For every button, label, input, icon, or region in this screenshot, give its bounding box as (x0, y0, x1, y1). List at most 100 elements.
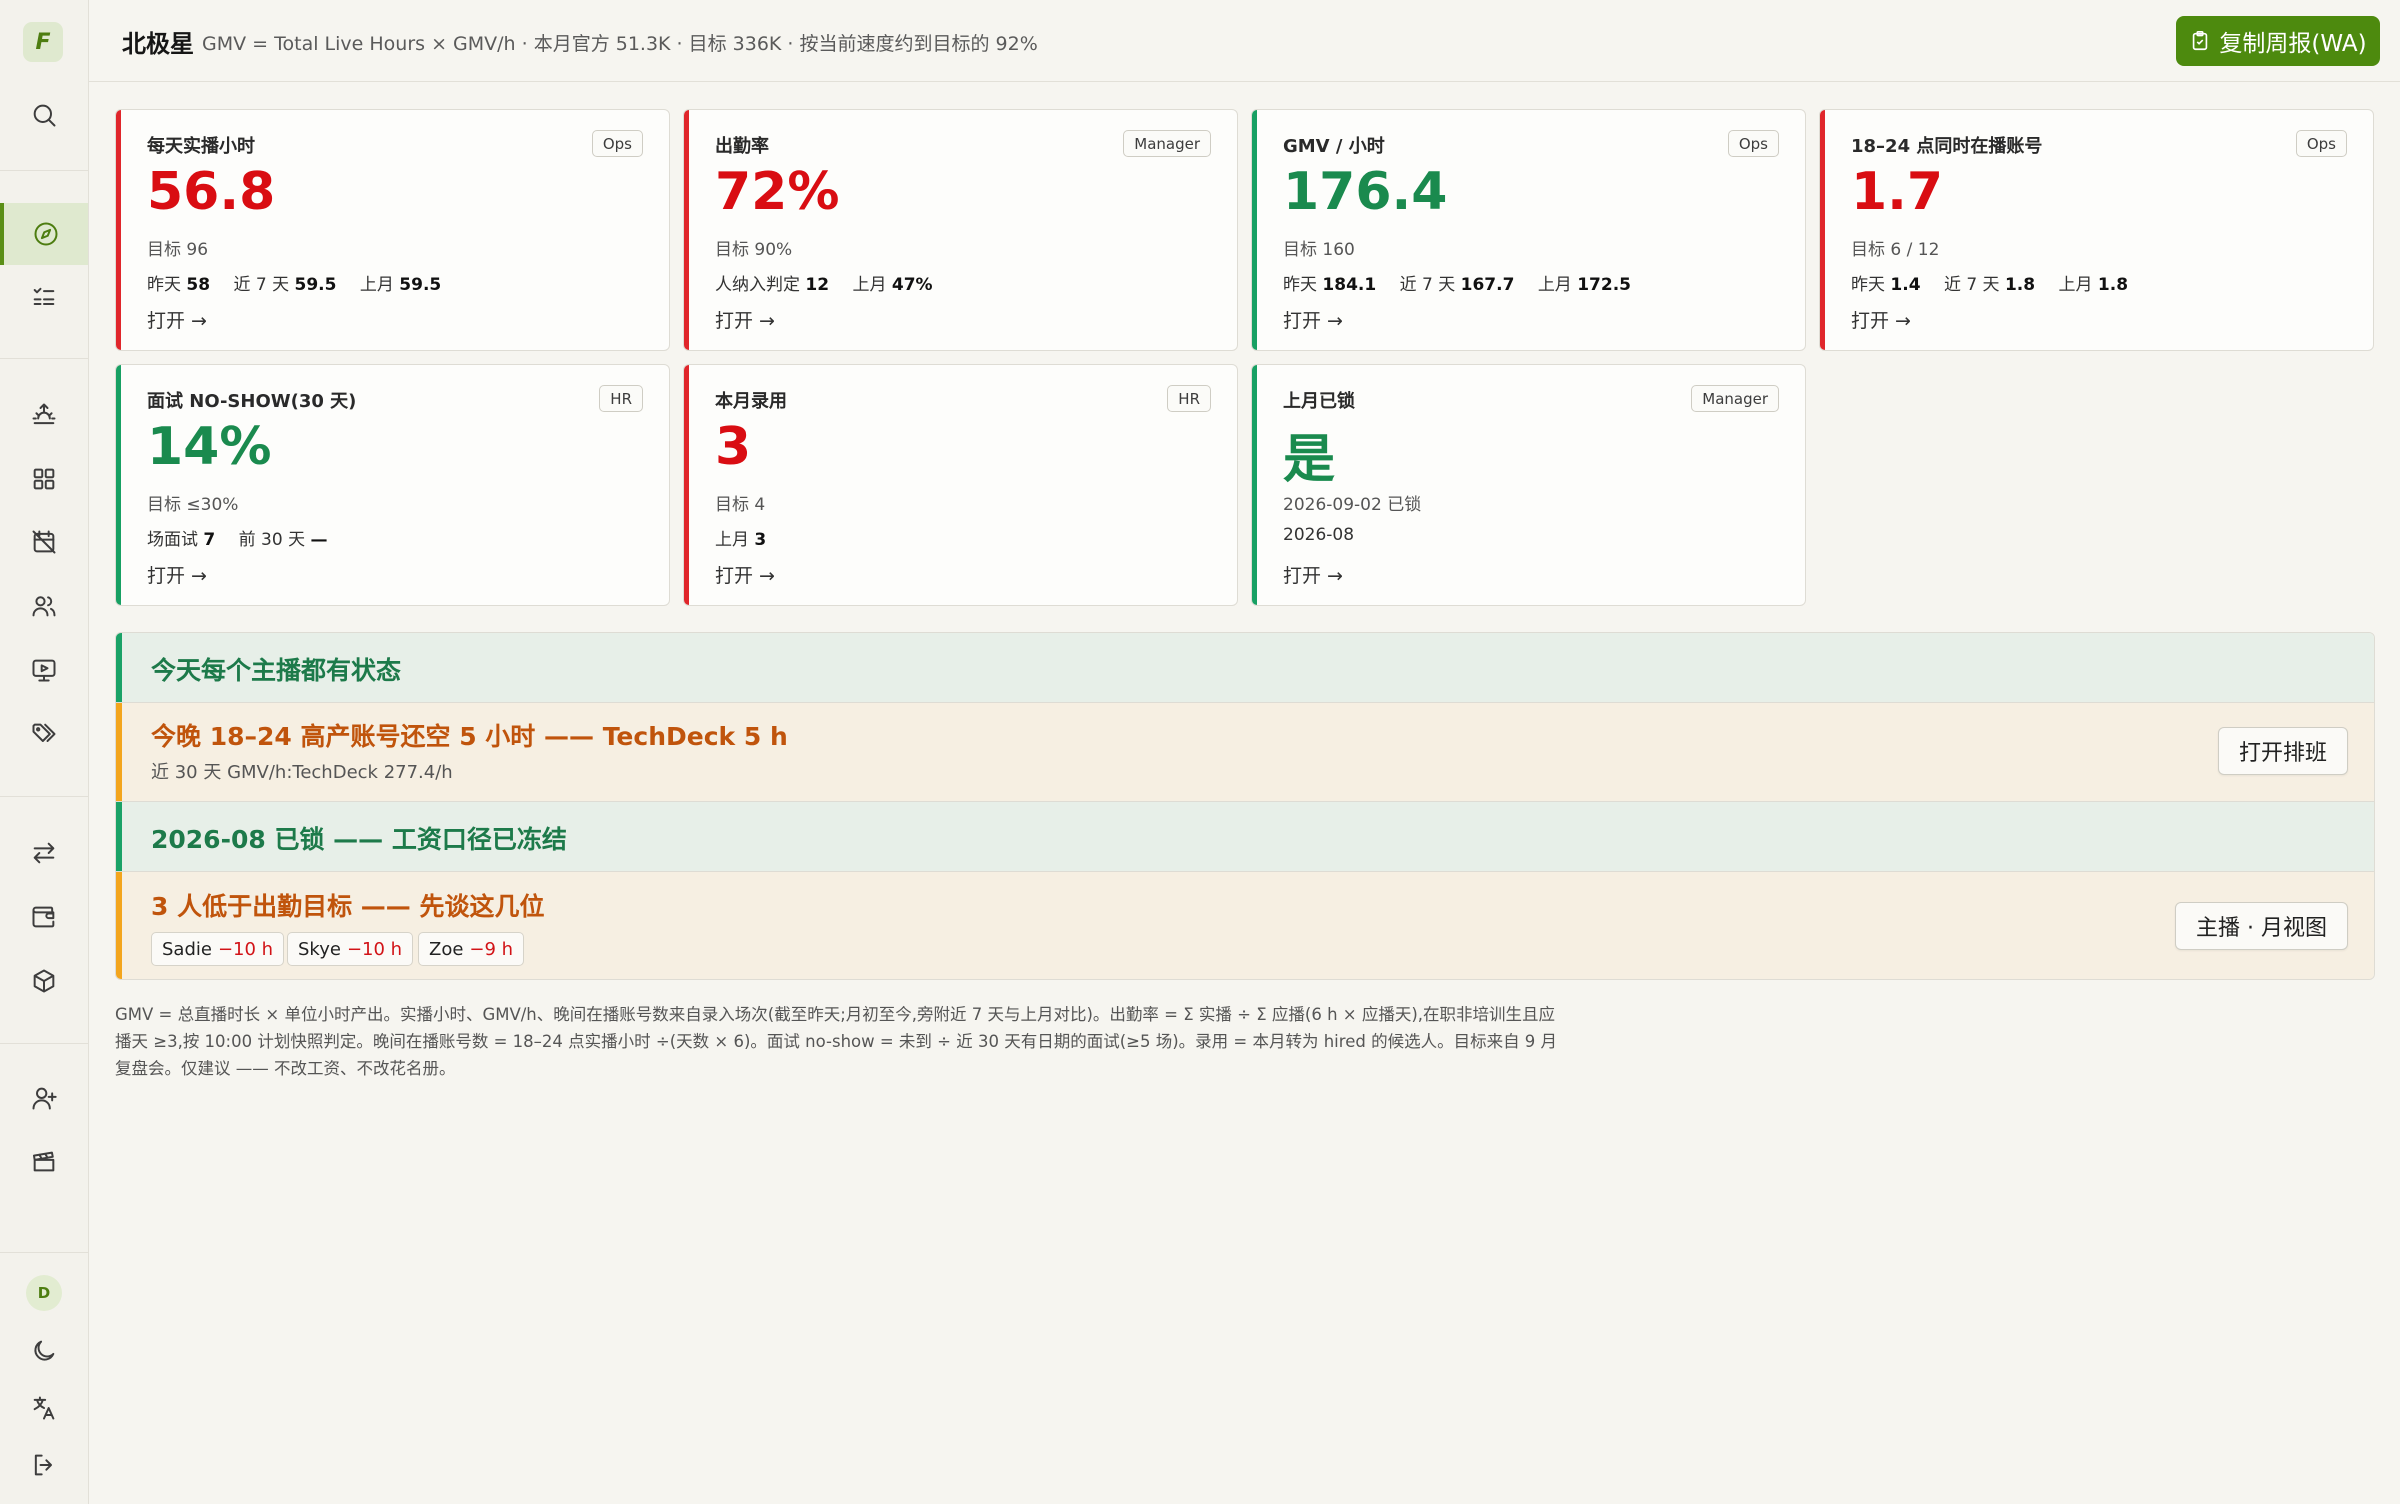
kpi-label: 上月已锁 (1283, 391, 1355, 412)
open-link[interactable]: 打开 → (147, 561, 207, 588)
kpi-stats: 昨天 1.4 近 7 天 1.8 上月 1.8 (1851, 270, 2146, 295)
stat-key: 上月 (2058, 275, 2093, 295)
host-deficit: −10 h (217, 938, 274, 960)
kpi-target: 目标 6 / 12 (1851, 240, 1940, 260)
role-tag: HR (599, 385, 643, 412)
open-link[interactable]: 打开 → (715, 561, 775, 588)
kpi-value: 1.7 (1851, 162, 1944, 222)
open-link[interactable]: 打开 → (1283, 306, 1343, 333)
compass-icon (34, 222, 58, 246)
copy-weekly-report-button[interactable]: 复制周报(WA) (2176, 16, 2380, 66)
stat-value: 59.5 (399, 275, 442, 295)
kpi-card-last-month-locked[interactable]: 上月已锁 Manager 是 2026-09-02 已锁 2026-08 打开 … (1251, 364, 1806, 606)
kpi-card-attendance-rate[interactable]: 出勤率 Manager 72% 目标 90% 人纳入判定 12 上月 47% 打… (683, 109, 1238, 351)
stat-value: 12 (805, 275, 830, 295)
sidebar-item-tags[interactable] (0, 703, 88, 765)
kpi-value: 是 (1283, 430, 1336, 490)
kpi-label: 出勤率 (715, 136, 769, 157)
kpi-card-monthly-hires[interactable]: 本月录用 HR 3 目标 4 上月 3 打开 → (683, 364, 1238, 606)
status-list: 今天每个主播都有状态 今晚 18–24 高产账号还空 5 小时 —— TechD… (115, 632, 2375, 980)
open-link[interactable]: 打开 → (715, 306, 775, 333)
open-link[interactable]: 打开 → (1283, 561, 1343, 588)
stat-key: 上月 (852, 275, 887, 295)
copy-weekly-report-label: 复制周报(WA) (2219, 31, 2367, 57)
stat-key: 2026-08 (1283, 525, 1355, 545)
theme-toggle[interactable] (0, 1320, 88, 1382)
open-link[interactable]: 打开 → (1851, 306, 1911, 333)
stat-value: 1.4 (1890, 275, 1921, 295)
role-tag: Manager (1691, 385, 1779, 412)
status-title: 2026-08 已锁 —— 工资口径已冻结 (151, 825, 567, 854)
sidebar-item-north-star[interactable] (0, 203, 88, 265)
host-deficit: −9 h (469, 938, 514, 960)
kpi-label: 本月录用 (715, 391, 787, 412)
sidebar-item-dashboard[interactable] (0, 448, 88, 510)
user-avatar-button[interactable]: D (0, 1262, 88, 1324)
wallet-icon (32, 906, 55, 928)
sidebar-item-inventory[interactable] (0, 950, 88, 1012)
avatar: D (26, 1275, 62, 1311)
stat-key: 场面试 (147, 530, 198, 550)
status-title: 3 人低于出勤目标 —— 先谈这几位 (151, 892, 545, 921)
host-chip-skye[interactable]: Skye −10 h (287, 932, 414, 966)
stat-key: 近 7 天 (1399, 275, 1456, 295)
role-tag: Manager (1123, 130, 1211, 157)
clipboard-icon (2193, 31, 2208, 51)
stat-key: 昨天 (147, 275, 181, 295)
arrows-exchange-icon (33, 842, 55, 864)
sidebar-item-broadcast[interactable] (0, 384, 88, 446)
page-title: 北极星 (122, 30, 194, 58)
kpi-value: 72% (715, 162, 840, 222)
status-title: 今晚 18–24 高产账号还空 5 小时 —— TechDeck 5 h (151, 722, 788, 751)
clapperboard-icon (32, 1151, 55, 1172)
stat-key: 昨天 (1283, 275, 1317, 295)
stat-value: 47% (891, 275, 933, 295)
moon-icon (34, 1340, 55, 1361)
status-row-attendance-below: 3 人低于出勤目标 —— 先谈这几位 Sadie −10 h Skye −10 … (116, 872, 2374, 979)
status-title: 今天每个主播都有状态 (151, 656, 402, 685)
sidebar-item-transfer[interactable] (0, 822, 88, 884)
role-tag: HR (1167, 385, 1211, 412)
kpi-card-daily-live-hours[interactable]: 每天实播小时 Ops 56.8 目标 96 昨天 58 近 7 天 59.5 上… (115, 109, 670, 351)
host-month-view-button[interactable]: 主播 · 月视图 (2175, 902, 2348, 950)
language-toggle[interactable] (0, 1377, 88, 1439)
kpi-label: 每天实播小时 (147, 136, 255, 157)
kpi-label: 18–24 点同时在播账号 (1851, 136, 2043, 157)
host-chip-zoe[interactable]: Zoe −9 h (418, 932, 525, 966)
app-logo[interactable]: F (23, 22, 63, 62)
page-header: 北极星 GMV = Total Live Hours × GMV/h · 本月官… (89, 0, 2400, 82)
sidebar-item-schedule-off[interactable] (0, 511, 88, 573)
stat-value: 7 (203, 530, 216, 550)
sidebar-item-checklist[interactable] (0, 266, 88, 328)
kpi-card-concurrent-accounts[interactable]: 18–24 点同时在播账号 Ops 1.7 目标 6 / 12 昨天 1.4 近… (1819, 109, 2374, 351)
kpi-target: 目标 ≤30% (147, 495, 239, 515)
logout-button[interactable] (0, 1434, 88, 1496)
stat-key: 人纳入判定 (715, 275, 800, 295)
role-tag: Ops (2295, 130, 2347, 157)
sidebar-item-clapperboard[interactable] (0, 1130, 88, 1192)
kpi-label: GMV / 小时 (1283, 136, 1385, 157)
stat-value: 58 (186, 275, 211, 295)
kpi-card-interview-no-show[interactable]: 面试 NO-SHOW(30 天) HR 14% 目标 ≤30% 场面试 7 前 … (115, 364, 670, 606)
host-name: Sadie (162, 938, 212, 960)
stat-value: 3 (754, 530, 767, 550)
page-subtitle: GMV = Total Live Hours × GMV/h · 本月官方 51… (202, 33, 1038, 55)
stat-value: 1.8 (2097, 275, 2129, 295)
sidebar-item-add-user[interactable] (0, 1067, 88, 1129)
stat-value: 184.1 (1322, 275, 1377, 295)
sidebar-item-wallet[interactable] (0, 886, 88, 948)
host-chip-sadie[interactable]: Sadie −10 h (151, 932, 285, 966)
kpi-target: 目标 160 (1283, 240, 1355, 260)
user-plus-icon (32, 1087, 57, 1110)
sidebar-item-live[interactable] (0, 639, 88, 701)
sidebar-item-users[interactable] (0, 575, 88, 637)
open-link[interactable]: 打开 → (147, 306, 207, 333)
sunrise-icon (32, 403, 56, 425)
search-nav[interactable] (0, 84, 88, 146)
stat-key: 上月 (1537, 275, 1572, 295)
search-icon (33, 104, 56, 127)
stat-value: 172.5 (1577, 275, 1631, 295)
status-row-evening-slots: 今晚 18–24 高产账号还空 5 小时 —— TechDeck 5 h 近 3… (116, 703, 2374, 801)
kpi-card-gmv-per-hour[interactable]: GMV / 小时 Ops 176.4 目标 160 昨天 184.1 近 7 天… (1251, 109, 1806, 351)
open-schedule-button[interactable]: 打开排班 (2217, 727, 2348, 775)
